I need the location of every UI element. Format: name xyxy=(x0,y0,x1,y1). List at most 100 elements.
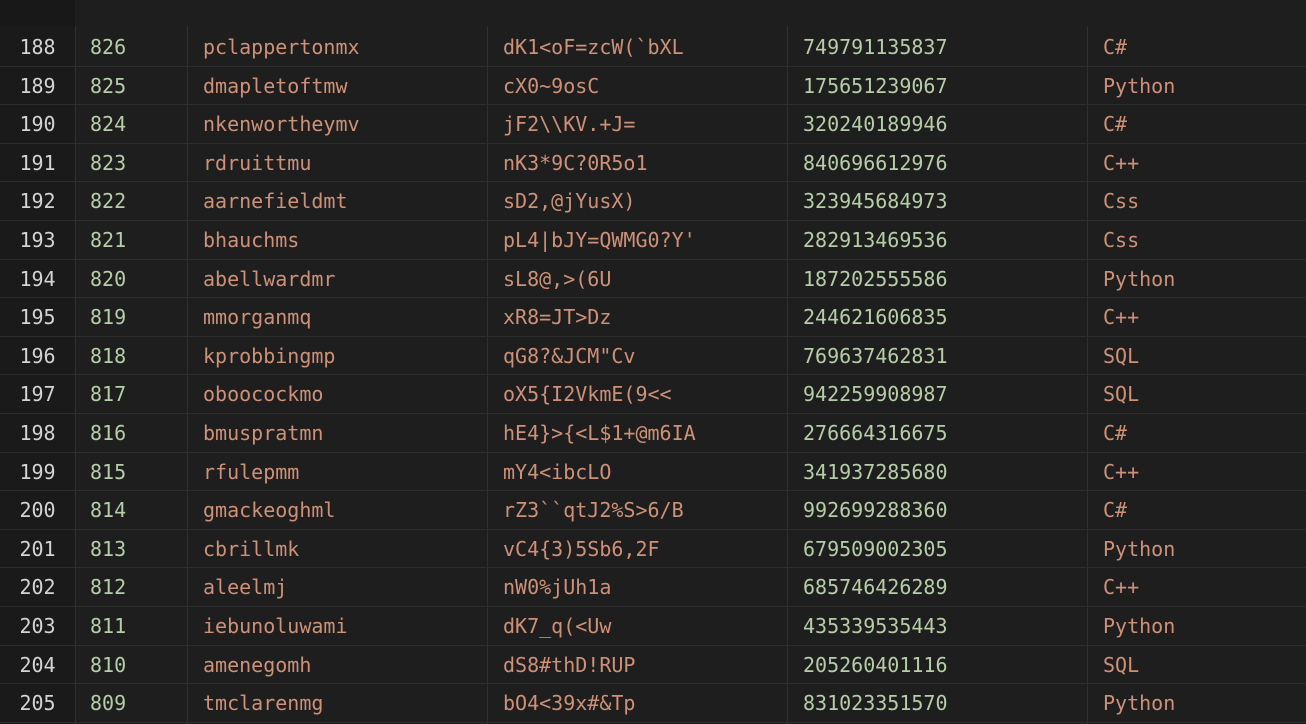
cell-number[interactable]: 685746426289 xyxy=(787,568,1087,606)
cell-number[interactable]: 840696612976 xyxy=(787,144,1087,182)
table-row[interactable]: 190 824 nkenwortheymv jF2\\KV.+J= 3202401899… xyxy=(0,105,1306,144)
cell-username[interactable]: kprobbingmp xyxy=(187,337,487,375)
cell-username[interactable]: pclappertonmx xyxy=(187,28,487,66)
cell-id[interactable]: 810 xyxy=(75,646,187,684)
cell-language[interactable]: Python xyxy=(1087,260,1306,298)
table-row[interactable]: 197 817 oboocockmo oX5{I2VkmE(9<< 9422599089… xyxy=(0,375,1306,414)
table-row[interactable]: 199 815 rfulepmm mY4<ibcLO 341937285680 C++ xyxy=(0,453,1306,492)
cell-username[interactable]: aarnefieldmt xyxy=(187,182,487,220)
cell-number[interactable]: 769637462831 xyxy=(787,337,1087,375)
cell-password[interactable]: cX0~9osC xyxy=(487,67,787,105)
cell-number[interactable]: 992699288360 xyxy=(787,491,1087,529)
cell-password[interactable]: dK7_q(<Uw xyxy=(487,607,787,645)
cell-id[interactable]: 818 xyxy=(75,337,187,375)
cell-password[interactable]: dS8#thD!RUP xyxy=(487,646,787,684)
cell-id[interactable]: 823 xyxy=(75,144,187,182)
cell-id[interactable]: 825 xyxy=(75,67,187,105)
cell-language[interactable]: Python xyxy=(1087,684,1306,722)
table-row[interactable]: 201 813 cbrillmk vC4{3)5Sb6,2F 679509002305 P… xyxy=(0,530,1306,569)
table-row[interactable]: 191 823 rdruittmu nK3*9C?0R5o1 840696612976 C… xyxy=(0,144,1306,183)
cell-language[interactable]: C# xyxy=(1087,105,1306,143)
cell-number[interactable]: 205260401116 xyxy=(787,646,1087,684)
table-row[interactable]: 189 825 dmapletoftmw cX0~9osC 175651239067 Py… xyxy=(0,67,1306,106)
cell-number[interactable]: 282913469536 xyxy=(787,221,1087,259)
cell-language[interactable]: Css xyxy=(1087,182,1306,220)
cell-password[interactable]: mY4<ibcLO xyxy=(487,453,787,491)
cell-id[interactable]: 820 xyxy=(75,260,187,298)
cell-password[interactable]: oX5{I2VkmE(9<< xyxy=(487,375,787,413)
cell-username[interactable]: abellwardmr xyxy=(187,260,487,298)
cell-password[interactable]: sL8@,>(6U xyxy=(487,260,787,298)
table-row[interactable]: 188 826 pclappertonmx dK1<oF=zcW(`bXL 749791… xyxy=(0,28,1306,67)
cell-username[interactable]: gmackeoghml xyxy=(187,491,487,529)
table-row[interactable]: 205 809 tmclarenmg bO4<39x#&Tp 831023351570 P… xyxy=(0,684,1306,723)
cell-number[interactable]: 187202555586 xyxy=(787,260,1087,298)
cell-username[interactable]: rdruittmu xyxy=(187,144,487,182)
cell-password[interactable]: bO4<39x#&Tp xyxy=(487,684,787,722)
cell-password[interactable]: dK1<oF=zcW(`bXL xyxy=(487,28,787,66)
cell-language[interactable]: C# xyxy=(1087,414,1306,452)
cell-password[interactable]: qG8?&JCM"Cv xyxy=(487,337,787,375)
table-row[interactable]: 192 822 aarnefieldmt sD2,@jYusX) 32394568497… xyxy=(0,182,1306,221)
cell-password[interactable]: nW0%jUh1a xyxy=(487,568,787,606)
cell-number[interactable]: 276664316675 xyxy=(787,414,1087,452)
cell-password[interactable]: hE4}>{<L$1+@m6IA xyxy=(487,414,787,452)
cell-language[interactable]: SQL xyxy=(1087,337,1306,375)
cell-number[interactable]: 831023351570 xyxy=(787,684,1087,722)
cell-username[interactable]: iebunoluwami xyxy=(187,607,487,645)
cell-username[interactable]: oboocockmo xyxy=(187,375,487,413)
cell-password[interactable]: sD2,@jYusX) xyxy=(487,182,787,220)
cell-language[interactable]: SQL xyxy=(1087,375,1306,413)
cell-id[interactable]: 824 xyxy=(75,105,187,143)
cell-number[interactable]: 320240189946 xyxy=(787,105,1087,143)
cell-id[interactable]: 817 xyxy=(75,375,187,413)
cell-username[interactable]: rfulepmm xyxy=(187,453,487,491)
cell-id[interactable]: 816 xyxy=(75,414,187,452)
cell-username[interactable]: bhauchms xyxy=(187,221,487,259)
cell-id[interactable]: 811 xyxy=(75,607,187,645)
cell-language[interactable]: C++ xyxy=(1087,144,1306,182)
cell-language[interactable]: Css xyxy=(1087,221,1306,259)
cell-language[interactable]: C++ xyxy=(1087,453,1306,491)
table-row[interactable]: 203 811 iebunoluwami dK7_q(<Uw 435339535443 P… xyxy=(0,607,1306,646)
cell-id[interactable]: 826 xyxy=(75,28,187,66)
cell-number[interactable]: 942259908987 xyxy=(787,375,1087,413)
cell-language[interactable]: C++ xyxy=(1087,568,1306,606)
table-row[interactable]: 196 818 kprobbingmp qG8?&JCM"Cv 769637462831… xyxy=(0,337,1306,376)
table-row[interactable]: 202 812 aleelmj nW0%jUh1a 685746426289 C++ xyxy=(0,568,1306,607)
cell-password[interactable]: xR8=JT>Dz xyxy=(487,298,787,336)
cell-username[interactable]: nkenwortheymv xyxy=(187,105,487,143)
cell-password[interactable]: nK3*9C?0R5o1 xyxy=(487,144,787,182)
cell-number[interactable]: 175651239067 xyxy=(787,67,1087,105)
cell-language[interactable]: Python xyxy=(1087,530,1306,568)
cell-language[interactable]: C# xyxy=(1087,491,1306,529)
cell-id[interactable]: 809 xyxy=(75,684,187,722)
cell-id[interactable]: 815 xyxy=(75,453,187,491)
table-row[interactable]: 200 814 gmackeoghml rZ3``qtJ2%S>6/B 99269928… xyxy=(0,491,1306,530)
cell-password[interactable]: vC4{3)5Sb6,2F xyxy=(487,530,787,568)
cell-id[interactable]: 822 xyxy=(75,182,187,220)
table-row[interactable]: 195 819 mmorganmq xR8=JT>Dz 244621606835 C++ xyxy=(0,298,1306,337)
cell-username[interactable]: cbrillmk xyxy=(187,530,487,568)
cell-number[interactable]: 323945684973 xyxy=(787,182,1087,220)
cell-number[interactable]: 679509002305 xyxy=(787,530,1087,568)
cell-id[interactable]: 813 xyxy=(75,530,187,568)
cell-id[interactable]: 821 xyxy=(75,221,187,259)
cell-username[interactable]: bmuspratmn xyxy=(187,414,487,452)
cell-username[interactable]: aleelmj xyxy=(187,568,487,606)
table-row[interactable]: 193 821 bhauchms pL4|bJY=QWMG0?Y' 2829134695… xyxy=(0,221,1306,260)
cell-password[interactable]: jF2\\KV.+J= xyxy=(487,105,787,143)
table-row[interactable]: 204 810 amenegomh dS8#thD!RUP 205260401116 SQ… xyxy=(0,646,1306,685)
cell-username[interactable]: tmclarenmg xyxy=(187,684,487,722)
cell-language[interactable]: Python xyxy=(1087,607,1306,645)
cell-id[interactable]: 814 xyxy=(75,491,187,529)
cell-id[interactable]: 812 xyxy=(75,568,187,606)
cell-number[interactable]: 341937285680 xyxy=(787,453,1087,491)
cell-username[interactable]: mmorganmq xyxy=(187,298,487,336)
cell-language[interactable]: C++ xyxy=(1087,298,1306,336)
cell-number[interactable]: 435339535443 xyxy=(787,607,1087,645)
cell-username[interactable]: dmapletoftmw xyxy=(187,67,487,105)
table-row[interactable]: 194 820 abellwardmr sL8@,>(6U 187202555586 Py… xyxy=(0,260,1306,299)
cell-number[interactable]: 749791135837 xyxy=(787,28,1087,66)
cell-language[interactable]: C# xyxy=(1087,28,1306,66)
